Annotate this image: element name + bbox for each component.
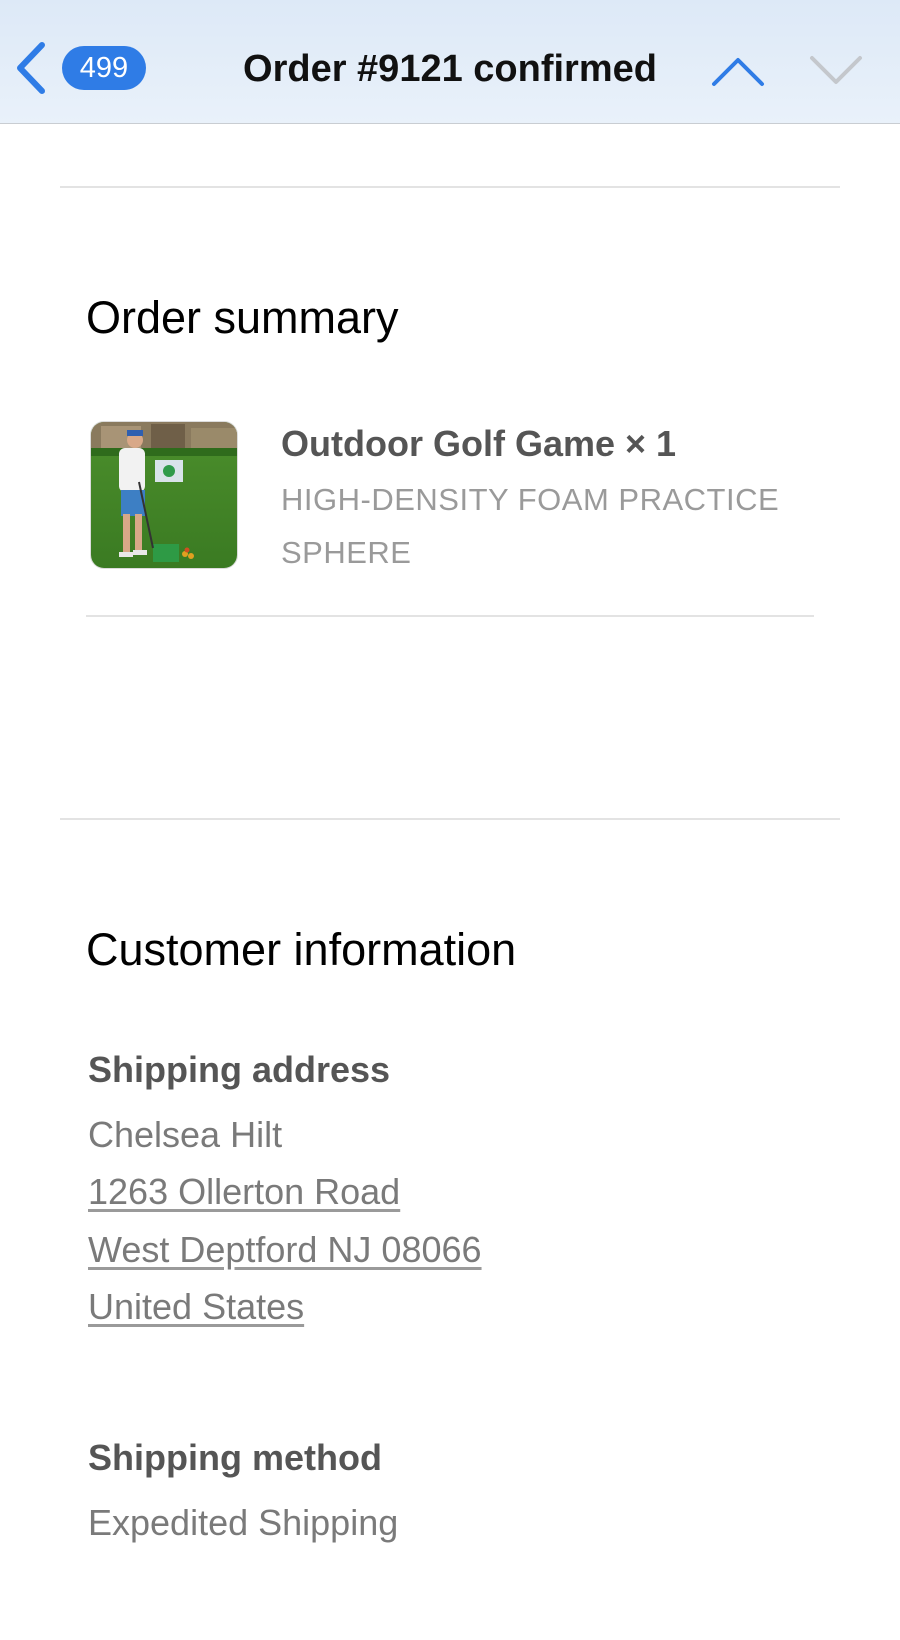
address-street-link[interactable]: 1263 Ollerton Road (88, 1167, 400, 1217)
customer-name: Chelsea Hilt (88, 1114, 283, 1155)
address-country-link[interactable]: United States (88, 1282, 304, 1332)
page-title: Order #9121 confirmed (243, 48, 657, 90)
address-city-link[interactable]: West Deptford NJ 08066 (88, 1225, 482, 1275)
shipping-method-label: Shipping method (88, 1437, 382, 1478)
product-variant: HIGH-DENSITY FOAM PRACTICE SPHERE (281, 482, 780, 570)
order-summary-title: Order summary (86, 292, 399, 343)
shipping-address-label: Shipping address (88, 1049, 391, 1090)
product-name: Outdoor Golf Game × 1 (281, 423, 677, 464)
back-button[interactable]: 499 (14, 38, 154, 98)
chevron-down-icon (804, 56, 868, 98)
item-divider (86, 615, 814, 617)
section-divider (60, 818, 840, 820)
chevron-up-icon (706, 58, 770, 98)
product-image[interactable] (90, 421, 238, 569)
shipping-method-value: Expedited Shipping (88, 1502, 399, 1543)
unread-count-badge: 499 (62, 46, 146, 90)
customer-information-title: Customer information (86, 924, 517, 975)
previous-message-button[interactable] (706, 44, 770, 94)
section-divider (60, 186, 840, 188)
navigation-bar: 499 Order #9121 confirmed (0, 0, 900, 124)
chevron-left-icon (14, 41, 48, 95)
next-message-button[interactable] (804, 44, 868, 94)
